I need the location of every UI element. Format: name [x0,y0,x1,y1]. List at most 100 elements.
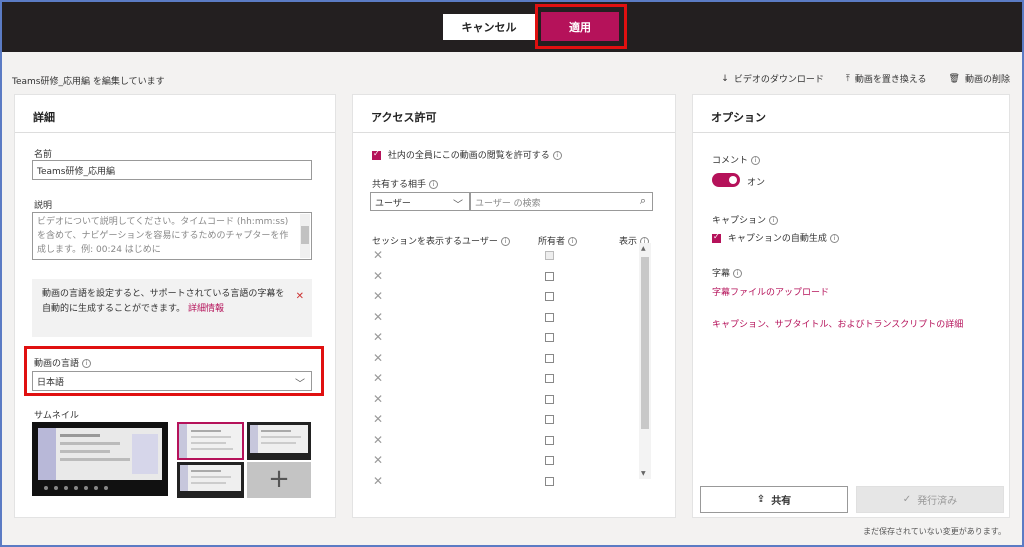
remove-user-icon[interactable]: ✕ [373,269,383,283]
remove-user-icon[interactable]: ✕ [373,453,383,467]
thumbnail-option-1[interactable] [177,422,244,460]
owner-checkbox[interactable] [545,374,554,383]
apply-button[interactable]: 適用 [541,12,619,41]
owner-checkbox[interactable] [545,251,554,260]
description-label: 説明 [34,201,53,211]
thumbnail-option-2[interactable] [247,422,311,460]
trash-icon: 🗑 [948,73,960,84]
replace-label: 動画を置き換える [854,75,927,85]
plus-icon: + [268,464,290,494]
owner-checkbox[interactable] [545,456,554,465]
owner-checkbox[interactable] [545,394,554,404]
remove-user-icon[interactable]: ✕ [373,330,383,344]
remove-user-icon[interactable]: ✕ [373,371,383,385]
col-owner-header: 所有者 i [538,234,578,247]
language-info-text: 動画の言語を設定すると、サポートされている言語の字幕を自動的に生成することができ… [42,289,285,314]
upload-icon: ⤒ [845,73,850,84]
thumbnail-option-3[interactable] [177,462,244,498]
options-heading: オプション [693,95,1009,133]
replace-video-button[interactable]: ⤒ 動画を置き換える [845,72,927,86]
unsaved-changes-text: まだ保存されていない変更があります。 [863,527,1006,536]
owner-checkbox[interactable] [545,415,554,424]
remove-user-icon[interactable]: ✕ [373,474,383,488]
scroll-down-icon[interactable]: ▼ [641,470,646,477]
chevron-down-icon: ﹀ [295,379,305,390]
access-heading: アクセス許可 [353,95,675,133]
chevron-down-icon: ﹀ [453,200,463,211]
info-icon: i [500,237,510,246]
info-icon: i [751,156,761,165]
caption-label-row: キャプション i [712,213,779,226]
info-icon: i [568,237,578,246]
remove-user-icon[interactable]: ✕ [373,248,383,262]
search-icon[interactable]: ⌕ [640,194,646,208]
thumbnail-large[interactable] [32,422,168,496]
thumbnail-label: サムネイル [34,411,79,421]
share-type-select[interactable]: ユーザー ﹀ [370,192,470,211]
owner-checkbox[interactable] [545,271,554,281]
autogen-row: キャプションの自動生成i [712,231,839,244]
share-label: 共有 [771,496,792,507]
comment-toggle[interactable] [712,173,740,187]
info-icon: i [769,216,779,225]
published-button: ✓ 発行済み [856,486,1004,513]
remove-user-icon[interactable]: ✕ [373,392,383,406]
download-icon: ↓ [721,73,729,84]
delete-label: 動画の削除 [964,75,1010,85]
language-select[interactable]: 日本語 ﹀ [32,371,312,391]
autogen-label: キャプションの自動生成 [727,234,827,244]
share-icon: ⇪ [756,494,766,505]
remove-user-icon[interactable]: ✕ [373,433,383,447]
check-icon: ✓ [902,494,912,505]
remove-user-icon[interactable]: ✕ [373,310,383,324]
cancel-button[interactable]: キャンセル [443,14,535,40]
delete-video-button[interactable]: 🗑 動画の削除 [948,72,1010,86]
remove-user-icon[interactable]: ✕ [373,289,383,303]
add-thumbnail-button[interactable]: + [247,462,311,498]
info-icon: i [429,180,439,189]
owner-checkbox[interactable] [545,435,554,445]
page-title: Teams研修_応用編 を編集しています [12,77,165,87]
subtitle-label-row: 字幕 i [712,266,743,279]
comment-label-row: コメント i [712,153,761,166]
allow-all-checkbox[interactable] [372,149,381,160]
share-type-value: ユーザー [375,199,411,209]
info-icon: i [82,359,92,368]
col-user-header: セッションを表示するユーザー i [372,234,510,247]
top-bar: キャンセル 適用 [2,2,1022,52]
allow-all-row: 社内の全員にこの動画の閲覧を許可するi [372,148,562,161]
share-with-label: 共有する相手 [372,180,427,190]
name-input[interactable]: Teams研修_応用編 [32,160,312,180]
share-button[interactable]: ⇪ 共有 [700,486,848,513]
remove-user-icon[interactable]: ✕ [373,351,383,365]
share-with-label-row: 共有する相手 i [372,177,439,190]
user-search-placeholder: ユーザー の検索 [475,199,541,209]
owner-checkbox[interactable] [545,292,554,301]
comment-label: コメント [712,156,749,166]
download-video-button[interactable]: ↓ ビデオのダウンロード [721,72,824,86]
user-search-input[interactable]: ユーザー の検索 ⌕ [470,192,653,211]
action-toolbar: ↓ ビデオのダウンロード ⤒ 動画を置き換える 🗑 動画の削除 [721,72,1010,86]
info-icon: i [829,234,839,243]
more-info-link[interactable]: 詳細情報 [188,304,224,314]
owner-checkbox[interactable] [545,353,554,363]
scroll-up-icon[interactable]: ▲ [641,245,646,252]
owner-checkbox[interactable] [545,476,554,486]
autogen-checkbox[interactable] [712,232,721,243]
col-view-label: 表示 [619,237,638,247]
access-list-scrollbar[interactable]: ▲ ▼ [639,243,651,479]
col-user-label: セッションを表示するユーザー [372,237,498,247]
description-textarea[interactable]: ビデオについて説明してください。タイムコード (hh:mm:ss) を含めて、ナ… [32,212,312,260]
info-icon: i [552,151,562,160]
owner-checkbox[interactable] [545,333,554,342]
caption-label: キャプション [712,216,767,226]
caption-details-link[interactable]: キャプション、サブタイトル、およびトランスクリプトの詳細 [712,318,992,333]
comment-state: オン [747,178,766,188]
owner-checkbox[interactable] [545,312,554,322]
language-label: 動画の言語 i [34,356,92,369]
upload-subtitle-link[interactable]: 字幕ファイルのアップロード [712,286,829,301]
close-icon[interactable]: ✕ [296,289,304,304]
remove-user-icon[interactable]: ✕ [373,412,383,426]
description-scrollbar[interactable] [300,214,310,258]
description-placeholder: ビデオについて説明してください。タイムコード (hh:mm:ss) を含めて、ナ… [37,217,289,255]
